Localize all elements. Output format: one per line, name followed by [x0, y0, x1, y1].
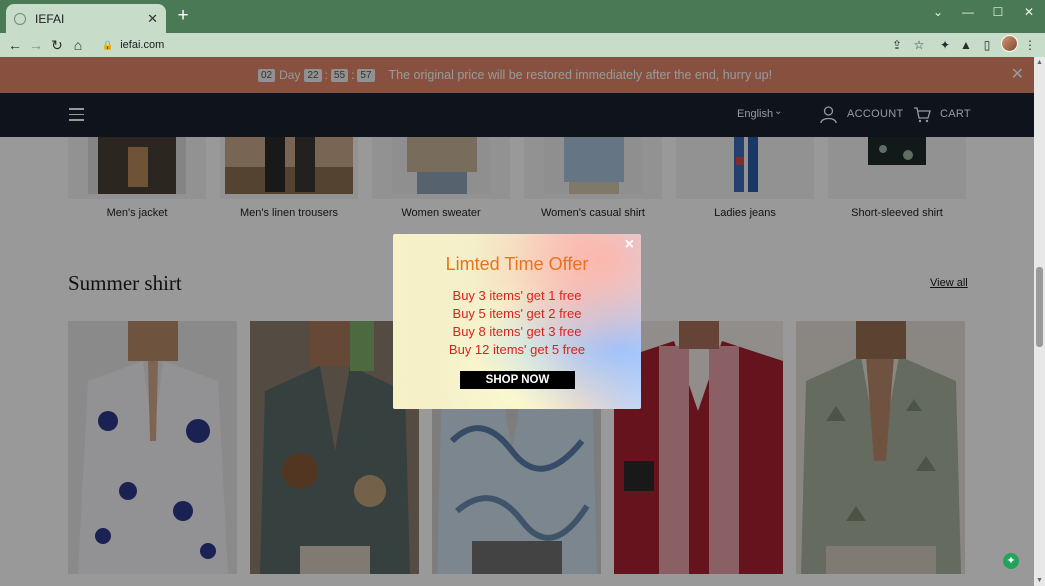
- tab-search-icon[interactable]: ⌄: [926, 4, 950, 20]
- side-panel-icon[interactable]: ▯: [978, 35, 996, 55]
- offer-line: Buy 5 items' get 2 free: [452, 306, 582, 321]
- home-icon[interactable]: ⌂: [68, 35, 88, 55]
- accessibility-icon[interactable]: ✦: [1003, 553, 1019, 569]
- minimize-icon[interactable]: —: [956, 4, 980, 20]
- scroll-thumb[interactable]: [1036, 267, 1043, 347]
- reload-icon[interactable]: ↻: [47, 35, 67, 55]
- url-text: iefai.com: [120, 39, 165, 51]
- page-scrollbar[interactable]: ▲ ▼: [1034, 57, 1045, 586]
- maximize-icon[interactable]: ☐: [986, 4, 1010, 20]
- share-icon[interactable]: ⇪: [888, 35, 906, 55]
- promo-popup: × Limted Time Offer Buy 3 items' get 1 f…: [393, 234, 641, 409]
- offer-line: Buy 12 items' get 5 free: [448, 342, 586, 357]
- tab-close-icon[interactable]: ✕: [147, 12, 158, 25]
- menu-kebab-icon[interactable]: ⋮: [1021, 35, 1039, 55]
- extensions-icon[interactable]: ✦: [936, 35, 954, 55]
- profile-avatar[interactable]: [1001, 35, 1018, 52]
- scroll-down-icon[interactable]: ▼: [1034, 575, 1045, 586]
- back-icon[interactable]: ←: [5, 35, 25, 55]
- lock-icon: 🔒: [102, 39, 114, 50]
- browser-toolbar: ← → ↻ ⌂ 🔒 iefai.com ⇪ ☆ ✦ ▲ ▯ ⋮: [0, 33, 1045, 57]
- new-tab-button[interactable]: +: [172, 6, 194, 28]
- shop-now-button[interactable]: SHOP NOW: [460, 371, 575, 389]
- popup-title: Limted Time Offer: [445, 254, 589, 274]
- scroll-up-icon[interactable]: ▲: [1034, 57, 1045, 68]
- web-page: 02 Day 22 : 55 : 57 The original price w…: [0, 57, 1034, 586]
- labs-icon[interactable]: ▲: [957, 35, 975, 55]
- window-close-icon[interactable]: ✕: [1017, 4, 1041, 20]
- site-favicon-icon: [14, 12, 26, 25]
- tab-title: IEFAI: [35, 11, 65, 26]
- offer-line: Buy 8 items' get 3 free: [452, 324, 582, 339]
- bookmark-star-icon[interactable]: ☆: [910, 35, 928, 55]
- browser-tab[interactable]: IEFAI ✕: [6, 4, 166, 33]
- address-bar[interactable]: 🔒 iefai.com: [92, 35, 938, 55]
- offer-line: Buy 3 items' get 1 free: [452, 288, 582, 303]
- popup-close-icon[interactable]: ×: [625, 236, 634, 254]
- browser-tabstrip: IEFAI ✕ + ⌄ — ☐ ✕: [0, 0, 1045, 33]
- forward-icon[interactable]: →: [26, 35, 46, 55]
